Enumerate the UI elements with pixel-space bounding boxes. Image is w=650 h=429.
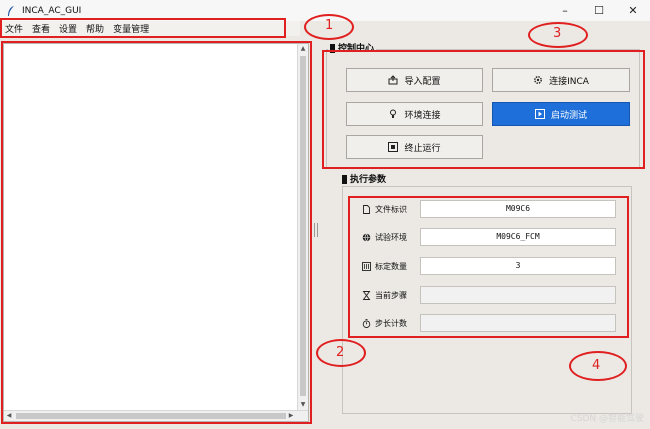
annotation-number-4: 4 [592,358,601,373]
annotation-number-3: 3 [553,26,562,41]
window-controls: – ☐ ✕ [548,0,650,21]
pane-splitter-handle[interactable] [314,223,318,237]
app-feather-icon [5,5,17,17]
window-title: INCA_AC_GUI [22,5,82,16]
maximize-button[interactable]: ☐ [582,0,616,21]
annotation-box-log [1,41,312,424]
annotation-box-menu [0,18,286,38]
annotation-box-control [322,50,645,169]
exec-params-title: 执行参数 [340,172,389,185]
minimize-button[interactable]: – [548,0,582,21]
annotation-box-params [348,196,629,338]
watermark-text: CSDN @智能驾驶 [570,414,644,424]
annotation-number-1: 1 [325,18,334,33]
close-button[interactable]: ✕ [616,0,650,21]
annotation-number-2: 2 [336,345,345,360]
